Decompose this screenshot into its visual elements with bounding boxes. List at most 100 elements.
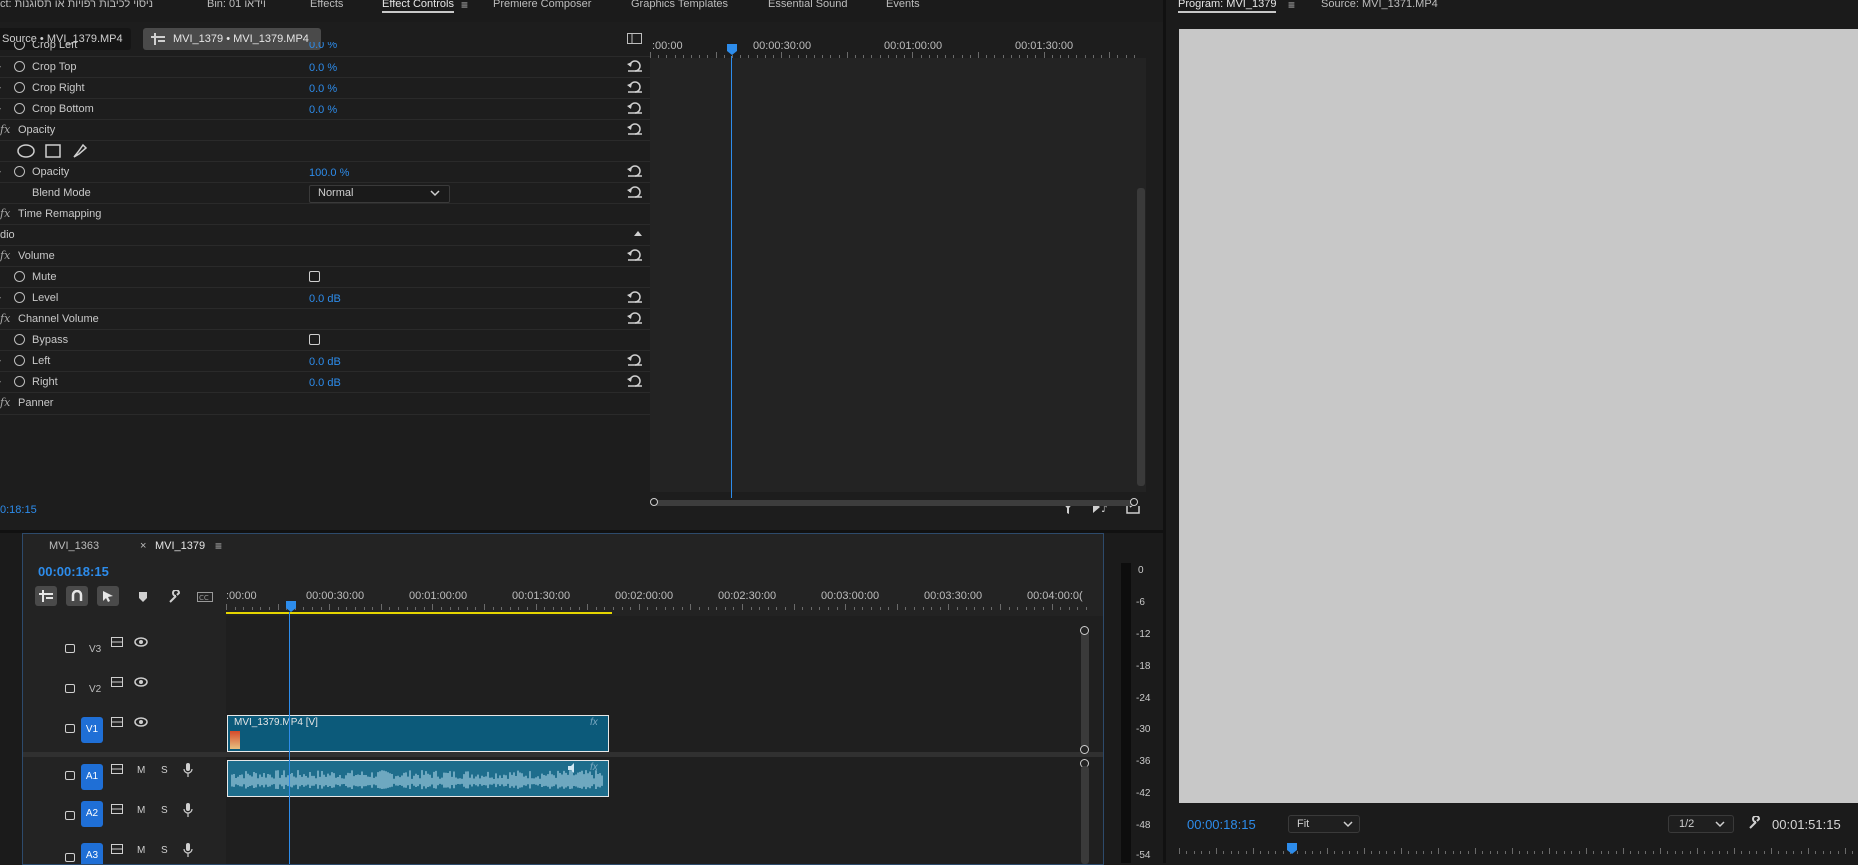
close-tab-icon[interactable]: × [140, 540, 146, 552]
row-value[interactable]: 0.0 % [309, 42, 337, 51]
row-value[interactable]: 0.0 % [309, 83, 337, 95]
bypass-checkbox[interactable] [309, 334, 320, 345]
video-clip[interactable]: MVI_1379.MP4 [V] fx [227, 715, 609, 752]
lock-icon[interactable] [65, 644, 75, 653]
fx-icon[interactable]: fx [0, 396, 10, 409]
snap-button[interactable] [66, 586, 88, 606]
a1-target-button[interactable]: A1 [81, 764, 103, 790]
captions-icon[interactable]: CC [197, 592, 213, 602]
rectangle-mask-icon[interactable] [45, 144, 61, 158]
stopwatch-icon[interactable] [14, 376, 25, 387]
row-value[interactable]: 0.0 dB [309, 356, 341, 368]
stopwatch-icon[interactable] [14, 355, 25, 366]
sequence-timecode[interactable]: 00:00:18:15 [38, 564, 109, 579]
program-playhead-icon[interactable] [1286, 843, 1298, 855]
ec-ruler[interactable]: :00:00 00:00:30:00 00:01:00:00 00:01:30:… [650, 22, 1146, 58]
video-preview[interactable] [1179, 29, 1858, 803]
lock-icon[interactable] [65, 771, 75, 780]
pen-mask-icon[interactable] [72, 143, 88, 159]
row-value[interactable]: 100.0 % [309, 167, 349, 179]
eye-icon[interactable] [134, 677, 148, 687]
expand-arrow-icon[interactable]: › [0, 82, 1, 92]
eye-icon[interactable] [134, 717, 148, 727]
reset-icon[interactable] [627, 249, 643, 261]
sync-lock-icon[interactable] [111, 637, 123, 647]
lock-icon[interactable] [65, 811, 75, 820]
scroll-end-handle[interactable] [1130, 498, 1138, 506]
reset-icon[interactable] [627, 375, 643, 387]
linked-selection-button[interactable] [97, 586, 119, 606]
mute-button[interactable]: M [137, 845, 145, 856]
solo-button[interactable]: S [161, 805, 168, 816]
reset-icon[interactable] [627, 312, 643, 324]
resolution-select[interactable]: 1/2 [1668, 815, 1734, 833]
ellipse-mask-icon[interactable] [16, 144, 36, 158]
row-value[interactable]: 0.0 % [309, 62, 337, 74]
scroll-start-handle[interactable] [650, 498, 658, 506]
wrench-icon[interactable] [168, 590, 182, 604]
a3-target-button[interactable]: A3 [81, 843, 103, 864]
sync-lock-icon[interactable] [111, 804, 123, 814]
marker-icon[interactable] [138, 591, 148, 603]
expand-arrow-icon[interactable]: › [0, 61, 1, 71]
stopwatch-icon[interactable] [14, 61, 25, 72]
work-area-bar[interactable] [226, 612, 612, 614]
fit-select[interactable]: Fit [1288, 815, 1360, 833]
microphone-icon[interactable] [183, 843, 193, 857]
stopwatch-icon[interactable] [14, 271, 25, 282]
video-audio-divider[interactable] [23, 752, 1103, 757]
reset-icon[interactable] [627, 165, 643, 177]
program-tab[interactable]: Program: MVI_1379 [1178, 0, 1277, 13]
a2-target-button[interactable]: A2 [81, 801, 103, 827]
playhead-handle-icon[interactable] [726, 44, 738, 56]
reset-icon[interactable] [627, 102, 643, 114]
effect-controls-timecode[interactable]: 0:18:15 [0, 504, 37, 516]
lock-icon[interactable] [65, 724, 75, 733]
source-monitor-tab[interactable]: Source: MVI_1371.MP4 [1321, 0, 1438, 10]
nest-toggle-button[interactable] [35, 586, 57, 606]
collapse-up-icon[interactable] [634, 231, 642, 237]
expand-arrow-icon[interactable]: › [0, 376, 1, 386]
solo-button[interactable]: S [161, 765, 168, 776]
tab-graphics-templates[interactable]: Graphics Templates [631, 0, 728, 10]
microphone-icon[interactable] [183, 763, 193, 777]
solo-button[interactable]: S [161, 845, 168, 856]
reset-icon[interactable] [627, 354, 643, 366]
playhead-handle-icon[interactable] [285, 601, 297, 613]
tab-events[interactable]: Events [886, 0, 920, 10]
row-value[interactable]: 0.0 dB [309, 377, 341, 389]
stopwatch-icon[interactable] [14, 166, 25, 177]
fx-icon[interactable]: fx [0, 207, 10, 220]
sequence-tab-mvi-1363[interactable]: MVI_1363 [49, 540, 99, 552]
expand-arrow-icon[interactable]: › [0, 355, 1, 365]
tab-effects[interactable]: Effects [310, 0, 343, 10]
tab-effect-controls[interactable]: Effect Controls [382, 0, 454, 13]
v1-target-button[interactable]: V1 [81, 717, 103, 743]
mute-button[interactable]: M [137, 805, 145, 816]
stopwatch-icon[interactable] [14, 334, 25, 345]
panel-menu-icon[interactable]: ≡ [461, 0, 468, 12]
expand-arrow-icon[interactable]: › [0, 103, 1, 113]
tab-essential-sound[interactable]: Essential Sound [768, 0, 848, 10]
sequence-menu-icon[interactable]: ≡ [215, 539, 222, 553]
sync-lock-icon[interactable] [111, 844, 123, 854]
expand-arrow-icon[interactable]: › [0, 166, 1, 176]
fx-icon[interactable]: fx [0, 123, 10, 136]
stopwatch-icon[interactable] [14, 42, 25, 50]
reset-icon[interactable] [627, 81, 643, 93]
panel-divider[interactable] [1163, 0, 1166, 863]
fx-icon[interactable]: fx [0, 249, 10, 262]
stopwatch-icon[interactable] [14, 292, 25, 303]
mute-button[interactable]: M [137, 765, 145, 776]
sync-lock-icon[interactable] [111, 764, 123, 774]
program-menu-icon[interactable]: ≡ [1288, 0, 1295, 12]
lock-icon[interactable] [65, 853, 75, 862]
program-timecode[interactable]: 00:00:18:15 [1187, 817, 1256, 832]
sequence-tab-mvi-1379[interactable]: MVI_1379 [155, 540, 205, 552]
sync-lock-icon[interactable] [111, 677, 123, 687]
microphone-icon[interactable] [183, 803, 193, 817]
reset-icon[interactable] [627, 123, 643, 135]
mute-checkbox[interactable] [309, 271, 320, 282]
blend-mode-select[interactable]: Normal [309, 185, 450, 203]
program-ruler[interactable] [1179, 848, 1855, 858]
